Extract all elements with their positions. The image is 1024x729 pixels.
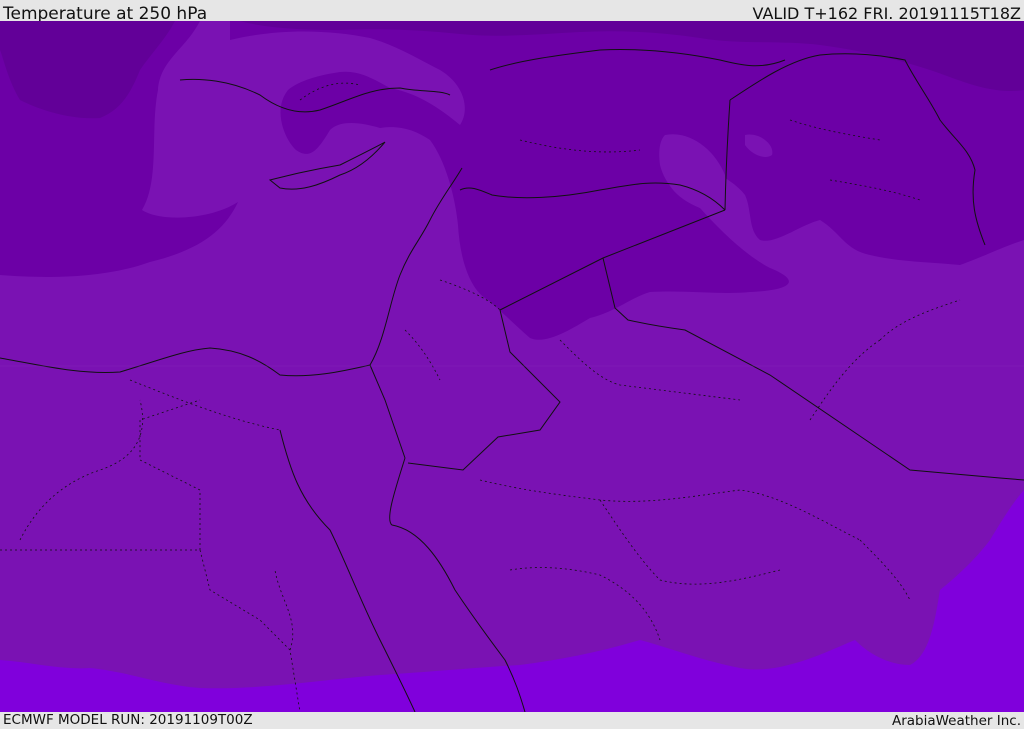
- credit-label: ArabiaWeather Inc.: [891, 713, 1021, 729]
- model-run-label: ECMWF MODEL RUN: 20191109T00Z: [3, 712, 253, 728]
- header-bar: Temperature at 250 hPa VALID T+162 FRI. …: [0, 0, 1024, 24]
- footer-bar: ECMWF MODEL RUN: 20191109T00Z ArabiaWeat…: [0, 712, 1024, 729]
- temperature-map: [0, 21, 1024, 712]
